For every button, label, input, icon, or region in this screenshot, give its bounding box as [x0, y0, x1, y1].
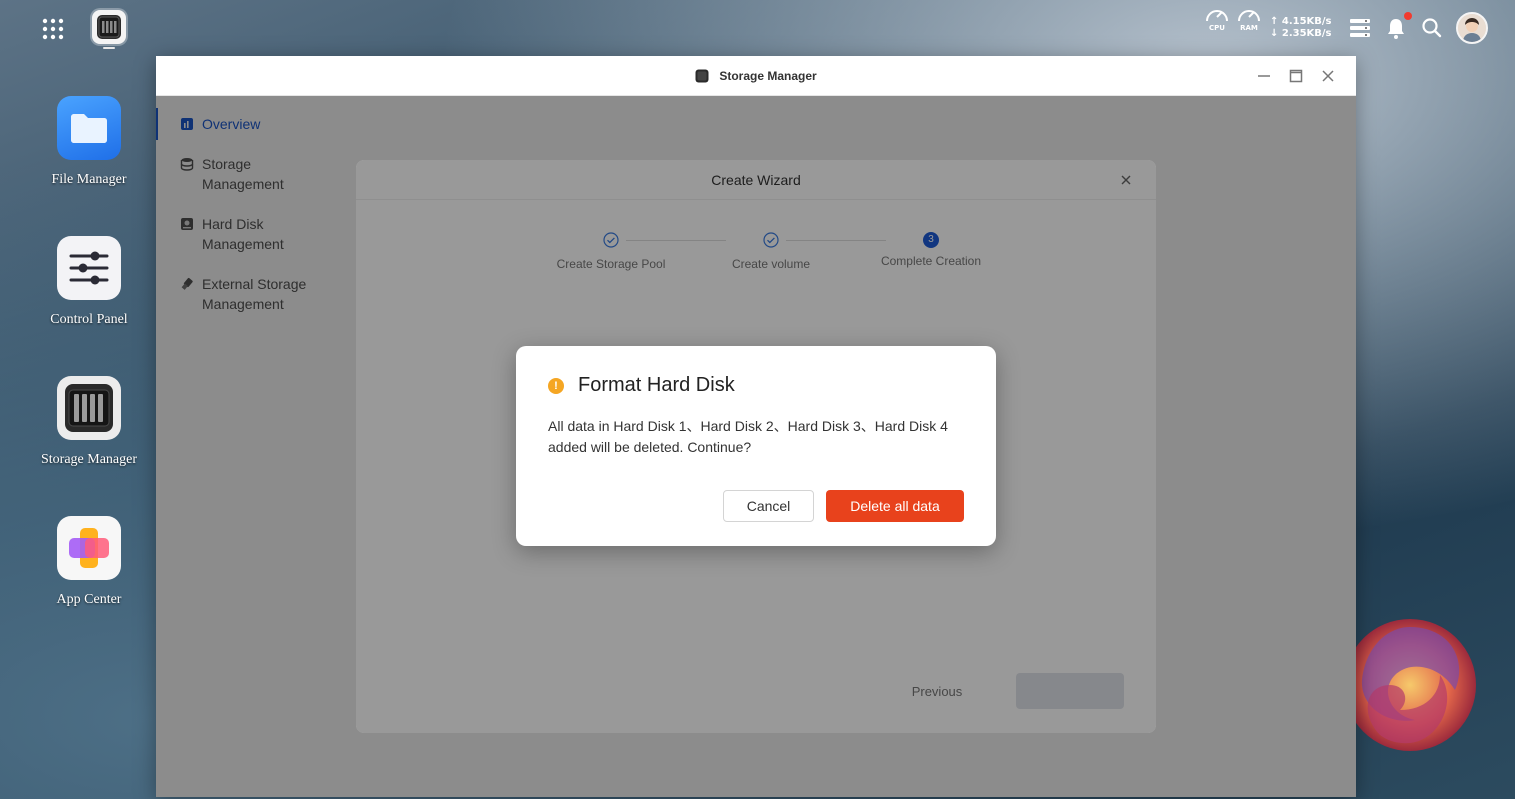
cpu-label: CPU — [1209, 24, 1225, 32]
dialog-message: All data in Hard Disk 1、Hard Disk 2、Hard… — [548, 418, 948, 455]
close-icon[interactable] — [1320, 68, 1336, 84]
task-queue-icon[interactable] — [1348, 16, 1372, 40]
download-speed: ↓ 2.35KB/s — [1270, 28, 1332, 39]
active-app-indicator — [103, 47, 115, 49]
window-titlebar[interactable]: Storage Manager — [156, 56, 1356, 96]
desktop-icon-label: Storage Manager — [40, 452, 138, 467]
desktop-icon-storage-manager[interactable]: Storage Manager — [38, 376, 140, 468]
watermark-logo — [1344, 619, 1476, 751]
desktop-icon-label: Control Panel — [50, 312, 128, 327]
notification-badge — [1404, 12, 1412, 20]
storage-drive-icon — [57, 376, 121, 440]
app-center-icon — [57, 516, 121, 580]
desktop-icon-label: File Manager — [51, 172, 127, 187]
minimize-icon[interactable] — [1256, 68, 1272, 84]
taskbar: CPU RAM ↑ 4.15KB/s ↓ 2.35KB/s — [0, 0, 1515, 56]
cpu-gauge-icon — [1206, 10, 1228, 22]
storage-manager-title-icon — [695, 69, 709, 82]
cancel-button[interactable]: Cancel — [723, 490, 814, 522]
ram-label: RAM — [1240, 24, 1258, 32]
warning-icon: ! — [548, 377, 564, 394]
window-title: Storage Manager — [719, 68, 817, 83]
desktop-icon-control-panel[interactable]: Control Panel — [38, 236, 140, 328]
desktop-icon-app-center[interactable]: App Center — [38, 516, 140, 608]
taskbar-storage-manager-icon[interactable] — [92, 10, 126, 44]
desktop-icon-label: App Center — [56, 592, 122, 607]
bell-icon[interactable] — [1384, 16, 1408, 40]
folder-icon — [57, 96, 121, 160]
dialog-header: ! Format Hard Disk — [548, 374, 735, 397]
delete-all-data-button[interactable]: Delete all data — [826, 490, 964, 522]
user-avatar[interactable] — [1456, 12, 1488, 44]
cpu-gauge[interactable]: CPU — [1204, 4, 1230, 32]
search-icon[interactable] — [1420, 16, 1444, 40]
maximize-icon[interactable] — [1288, 68, 1304, 84]
network-speed[interactable]: ↑ 4.15KB/s ↓ 2.35KB/s — [1270, 16, 1332, 40]
app-launcher-grid-icon[interactable] — [38, 14, 68, 44]
ram-gauge[interactable]: RAM — [1236, 4, 1262, 32]
ram-gauge-icon — [1238, 10, 1260, 22]
format-hard-disk-dialog: ! Format Hard Disk All data in Hard Disk… — [516, 346, 996, 546]
dialog-title: Format Hard Disk — [578, 374, 735, 396]
sliders-icon — [57, 236, 121, 300]
upload-speed: ↑ 4.15KB/s — [1270, 16, 1332, 27]
desktop-icon-file-manager[interactable]: File Manager — [38, 96, 140, 188]
